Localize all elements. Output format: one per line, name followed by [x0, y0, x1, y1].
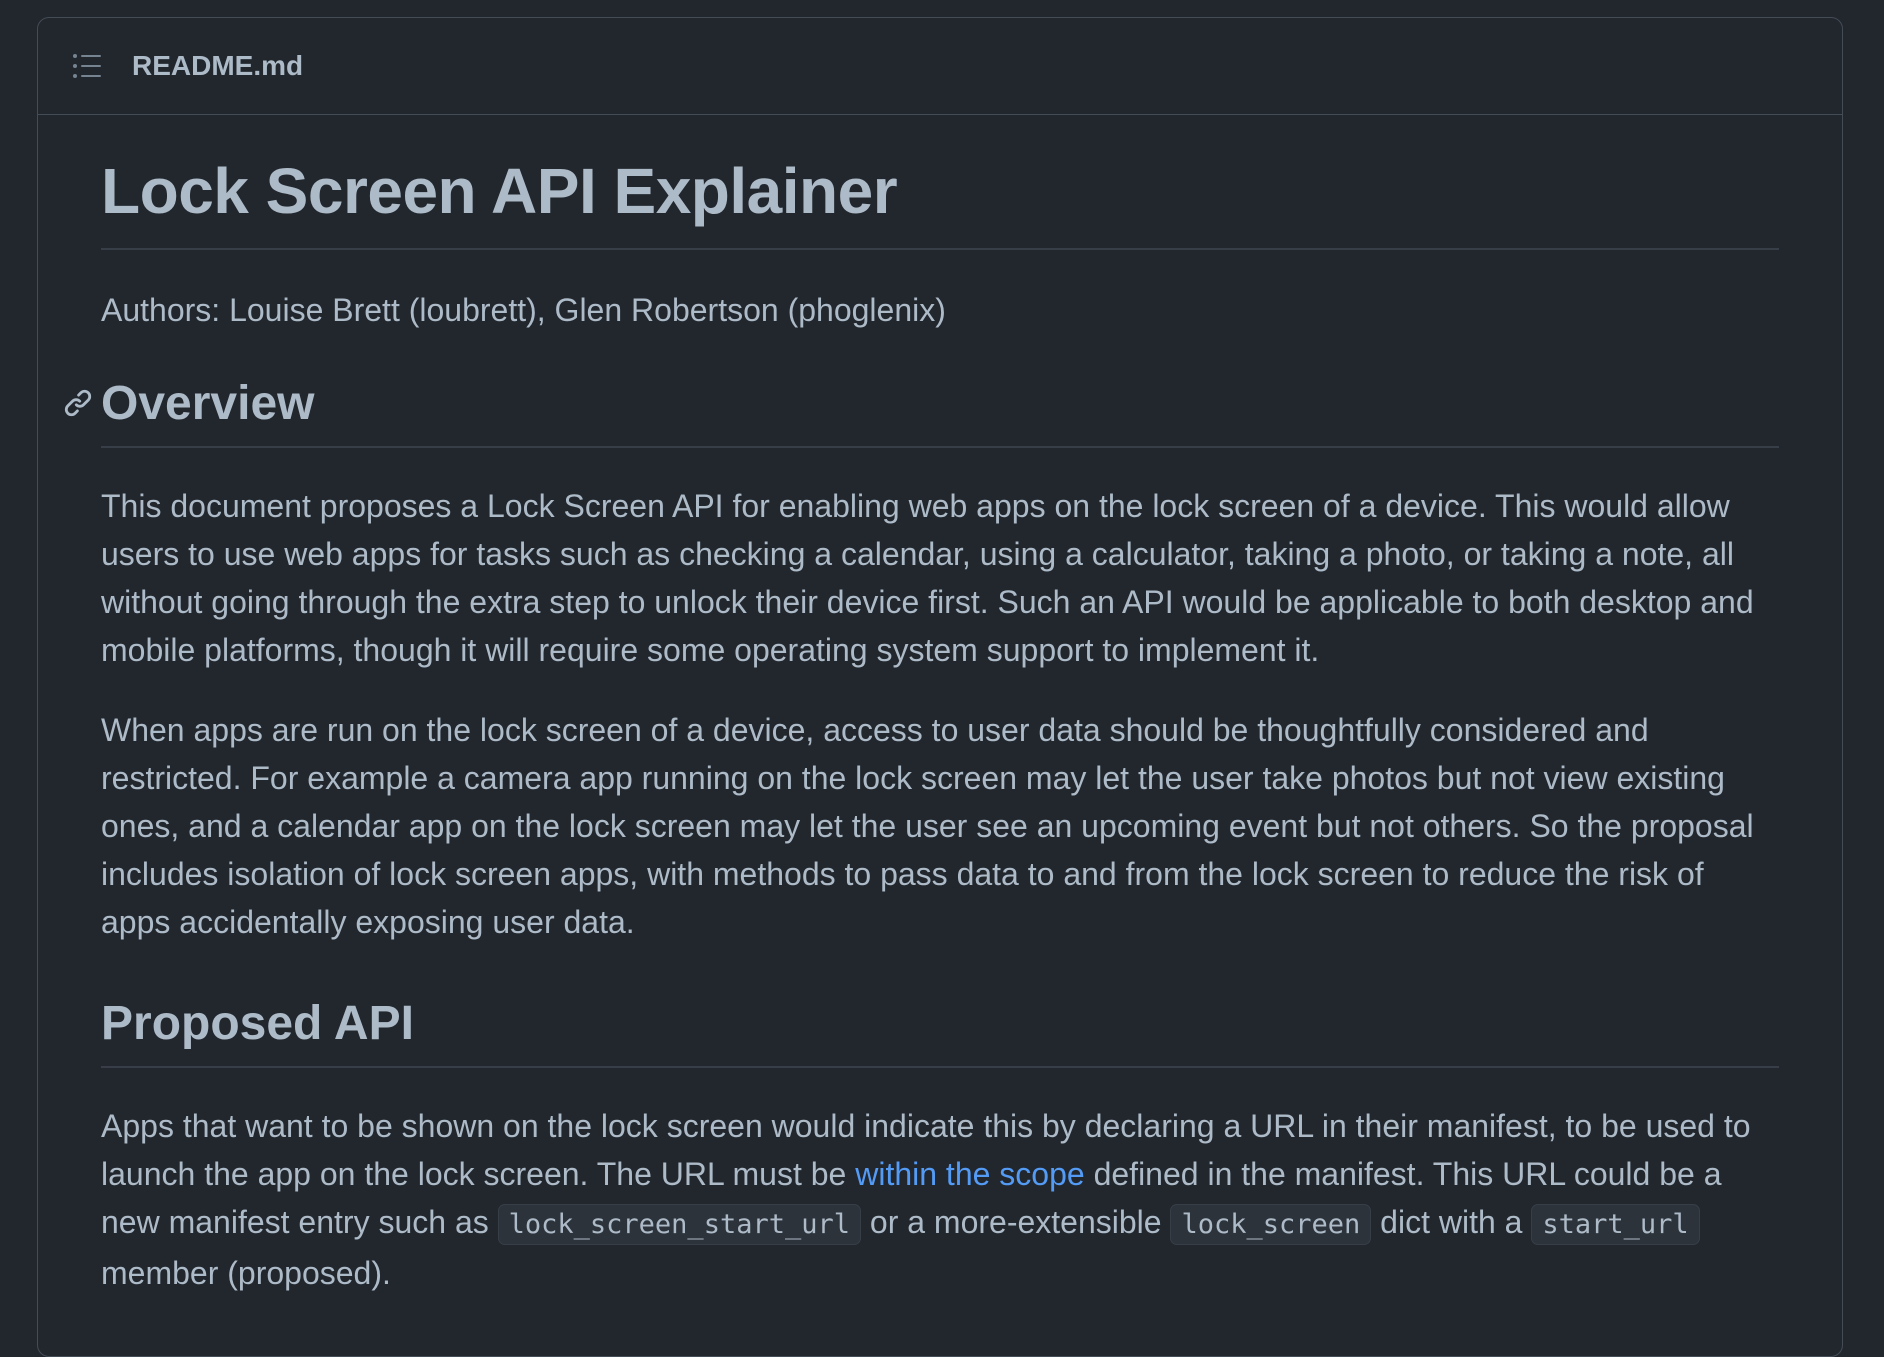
heading-overview-text: Overview: [101, 376, 315, 430]
proposed-text-5: member (proposed).: [101, 1254, 391, 1291]
overview-paragraph-1: This document proposes a Lock Screen API…: [101, 487, 1754, 668]
readme-container: README.md Lock Screen API Explainer Auth…: [37, 17, 1843, 1357]
code-lock-screen-start-url: lock_screen_start_url: [497, 1203, 861, 1245]
code-start-url: start_url: [1531, 1203, 1700, 1245]
proposed-text-3: or a more-extensible: [861, 1203, 1171, 1240]
heading-proposed-api: Proposed API: [101, 994, 1779, 1068]
page-title: Lock Screen API Explainer: [101, 115, 1779, 250]
list-unordered-icon[interactable]: [70, 49, 104, 83]
within-scope-link[interactable]: within the scope: [855, 1156, 1084, 1192]
authors-line: Authors: Louise Brett (loubrett), Glen R…: [101, 291, 946, 328]
code-lock-screen: lock_screen: [1170, 1203, 1372, 1245]
link-icon[interactable]: [61, 386, 95, 420]
heading-overview: Overview: [64, 374, 1779, 448]
readme-article: Lock Screen API Explainer Authors: Louis…: [38, 115, 1842, 1297]
proposed-paragraph: Apps that want to be shown on the lock s…: [101, 1102, 1779, 1297]
proposed-text-4: dict with a: [1371, 1203, 1532, 1240]
file-name: README.md: [132, 50, 304, 81]
overview-paragraph-2: When apps are run on the lock screen of …: [101, 711, 1754, 940]
readme-header: README.md: [38, 18, 1842, 115]
